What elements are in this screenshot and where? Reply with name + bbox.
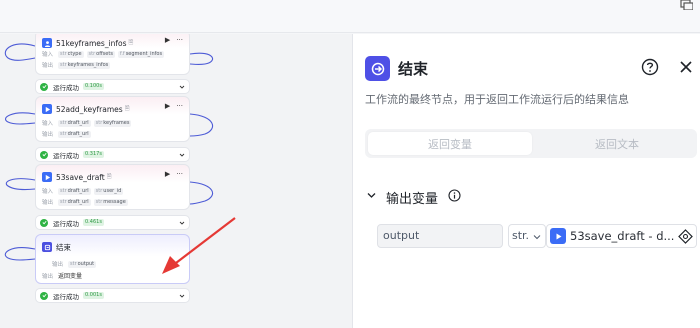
output-name-field[interactable]: output [377, 224, 503, 248]
status-text: 运行成功 [53, 219, 79, 228]
chevron-down-icon[interactable] [367, 191, 376, 200]
node-tag-icon: 🗎 [106, 173, 112, 180]
param-chip: stroutput [68, 260, 97, 268]
status-text: 运行成功 [53, 292, 79, 301]
status-text: 运行成功 [53, 151, 79, 160]
node-status-bar[interactable]: 运行成功 0.100s [35, 79, 190, 94]
close-icon[interactable] [679, 60, 693, 74]
run-icon[interactable]: ▶ [165, 36, 170, 44]
duration-badge: 0.001s [83, 292, 104, 299]
run-icon[interactable]: ▶ [165, 102, 170, 110]
param-chip: stroffsets [86, 50, 115, 58]
success-check-icon [40, 150, 48, 159]
info-icon[interactable] [448, 189, 461, 202]
node-tag-icon: 🗎 [128, 39, 134, 46]
success-check-icon [40, 291, 48, 300]
row-label: 输出 [42, 200, 54, 206]
node-save-draft[interactable]: 53save_draft 🗎 ▶ ··· 输入 strdraft_url str… [35, 164, 190, 210]
duration-badge: 0.317s [83, 151, 104, 158]
row-label: 输入 [42, 52, 54, 58]
variable-select-icon[interactable] [678, 229, 693, 244]
panel-description: 工作流的最终节点，用于返回工作流运行后的结果信息 [365, 93, 629, 106]
reference-value: 53save_draft - d... [570, 229, 675, 243]
copy-icon[interactable] [679, 0, 693, 10]
row-label: 输出 [42, 63, 54, 69]
param-chip: strctype [58, 50, 84, 58]
param-chip: strdraft_url [58, 198, 91, 206]
more-icon[interactable]: ··· [176, 170, 183, 178]
node-title: 51keyframes_infos [56, 38, 127, 48]
node-status-bar[interactable]: 运行成功 0.317s [35, 147, 190, 162]
duration-badge: 0.461s [83, 219, 104, 226]
panel-title: 结束 [398, 60, 429, 78]
success-check-icon [40, 218, 48, 227]
workflow-canvas[interactable]: 51keyframes_infos 🗎 ▶ ··· 输入 strctype st… [0, 34, 352, 328]
param-chip: struser_id [93, 187, 124, 195]
more-icon[interactable]: ··· [176, 102, 183, 110]
more-icon[interactable]: ··· [176, 36, 183, 44]
play-plugin-icon [42, 172, 52, 182]
duration-badge: 0.100s [83, 83, 104, 90]
param-chip: strkeyframes [93, 119, 132, 127]
tab-return-variable[interactable]: 返回变量 [368, 132, 532, 155]
param-chip: strdraft_url [58, 187, 91, 195]
output-type-value: str. [512, 229, 530, 242]
node-title: 结束 [56, 242, 71, 252]
annotation-arrow [162, 217, 236, 274]
chevron-down-icon [533, 235, 541, 240]
node-keyframes-infos[interactable]: 51keyframes_infos 🗎 ▶ ··· 输入 strctype st… [35, 34, 190, 75]
row-label: 输入 [42, 121, 54, 127]
node-add-keyframes[interactable]: 52add_keyframes 🗎 ▶ ··· 输入 strdraft_url … [35, 96, 190, 142]
play-plugin-icon [550, 228, 566, 244]
row-label: 输出 [42, 273, 54, 280]
user-icon [42, 38, 52, 48]
top-toolbar [0, 0, 700, 33]
section-title: 输出变量 [386, 192, 439, 207]
status-text: 运行成功 [53, 83, 79, 92]
output-reference-field[interactable]: 53save_draft - d... [546, 224, 697, 248]
run-icon[interactable]: ▶ [165, 170, 170, 178]
end-node-panel: 结束 工作流的最终节点，用于返回工作流运行后的结果信息 返回变量 返回文本 输出… [352, 34, 700, 328]
help-icon[interactable] [641, 58, 659, 76]
success-check-icon [40, 82, 48, 91]
param-chip: strmessage [93, 198, 128, 206]
node-tag-icon: 🗎 [124, 105, 130, 112]
chevron-down-icon[interactable] [179, 84, 185, 90]
row-label: 输出 [42, 132, 54, 138]
row-label: 输入 [42, 189, 54, 195]
end-icon [42, 242, 52, 252]
node-title: 53save_draft [56, 172, 105, 182]
tab-return-text[interactable]: 返回文本 [535, 132, 699, 155]
end-icon [365, 56, 390, 81]
row-label: 输出 [52, 262, 64, 268]
return-mode-tabs: 返回变量 返回文本 [365, 129, 697, 158]
output-type-select[interactable]: str. [508, 224, 546, 248]
node-title: 52add_keyframes [56, 104, 123, 114]
param-chip: f.fsegment_infos [117, 50, 165, 58]
play-plugin-icon [42, 104, 52, 114]
param-chip: strdraft_url [58, 119, 91, 127]
param-chip: strkeyframes_infos [58, 61, 111, 69]
return-mode-text: 返回变量 [58, 273, 83, 280]
chevron-down-icon[interactable] [179, 152, 185, 158]
param-chip: strdraft_url [58, 130, 91, 138]
